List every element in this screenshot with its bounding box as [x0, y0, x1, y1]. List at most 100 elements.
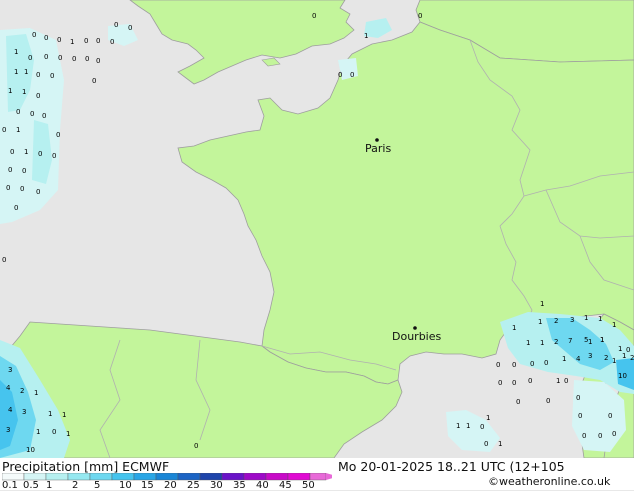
cell-value: 7: [568, 337, 572, 345]
cell-value: 1: [14, 48, 18, 56]
cell-value: 1: [36, 428, 40, 436]
cell-value: 1: [540, 339, 544, 347]
cell-value: 1: [364, 32, 368, 40]
cell-value: 0: [578, 412, 582, 420]
cell-value: 0: [36, 92, 40, 100]
cell-value: 0: [14, 204, 18, 212]
legend-tick-label: 30: [210, 480, 223, 491]
cell-value: 2: [630, 354, 634, 362]
city-label-paris: Paris: [365, 142, 391, 155]
cell-value: 1: [612, 321, 616, 329]
cell-value: 0: [58, 54, 62, 62]
cell-value: 0: [512, 379, 516, 387]
cell-value: 0: [498, 379, 502, 387]
legend-swatch: [265, 473, 289, 481]
map-title: Precipitation [mm] ECMWF: [2, 459, 170, 474]
cell-value: 1: [24, 68, 28, 76]
cell-value: 0: [38, 150, 42, 158]
legend-tick-label: 0.5: [23, 480, 39, 491]
cell-value: 1: [622, 352, 626, 360]
cell-value: 1: [526, 339, 530, 347]
cell-value: 0: [72, 55, 76, 63]
cell-value: 0: [626, 346, 630, 354]
legend-tick-label: 0.1: [2, 480, 18, 491]
cell-value: 2: [554, 317, 558, 325]
precipitation-map: 0 1 0 0 1 0 0 0 0 0 0 0 1 0 0 0 0 0 0 1 …: [0, 0, 634, 458]
cell-value: 0: [546, 397, 550, 405]
cell-value: 1: [598, 315, 602, 323]
legend-tick-label: 10: [119, 480, 132, 491]
legend-swatch: [23, 473, 47, 481]
legend-swatch: [199, 473, 223, 481]
legend-swatch: [133, 473, 157, 481]
cell-value: 1: [62, 411, 66, 419]
cell-value: 1: [600, 336, 604, 344]
cell-value: 3: [570, 316, 574, 324]
cell-value: 0: [576, 394, 580, 402]
cell-value: 1: [498, 440, 502, 448]
legend-swatch: [177, 473, 201, 481]
cell-value: 0: [8, 166, 12, 174]
cell-value: 2: [604, 354, 608, 362]
legend-swatch: [111, 473, 135, 481]
cell-value: 4: [8, 406, 13, 414]
legend-tick-label: 45: [279, 480, 292, 491]
cell-value: 0: [2, 126, 6, 134]
cell-value: 1: [16, 126, 20, 134]
cell-value: 0: [52, 428, 56, 436]
cell-value: 0: [92, 77, 96, 85]
cell-value: 0: [6, 184, 10, 192]
legend-swatch: [243, 473, 267, 481]
cell-value: 0: [96, 57, 100, 65]
map-datetime: Mo 20-01-2025 18..21 UTC (12+105: [338, 459, 565, 474]
cell-value: 0: [36, 188, 40, 196]
cell-value: 0: [52, 152, 56, 160]
cell-value: 0: [22, 167, 26, 175]
cell-value: 0: [42, 112, 46, 120]
cell-value: 0: [608, 412, 612, 420]
cell-value: 1: [486, 414, 490, 422]
cell-value: 1: [34, 389, 38, 397]
cell-value: 1: [14, 68, 18, 76]
legend-swatch: [45, 473, 69, 481]
cell-value: 3: [22, 408, 26, 416]
cell-value: 1: [22, 88, 26, 96]
cell-value: 0: [16, 108, 20, 116]
cell-value: 0: [50, 72, 54, 80]
cell-value: 0: [530, 360, 534, 368]
legend-swatch: [221, 473, 245, 481]
cell-value: 1: [456, 422, 460, 430]
legend-arrow: [326, 473, 332, 480]
cell-value: 1: [540, 300, 544, 308]
legend-tick-label: 50: [302, 480, 315, 491]
legend-tick-label: 5: [94, 480, 101, 491]
cell-value: 0: [44, 53, 48, 61]
cell-value: 3: [6, 426, 10, 434]
cell-value: 0: [528, 377, 532, 385]
cell-value: 1: [24, 148, 28, 156]
cell-value: 0: [194, 442, 198, 450]
cell-value: 1: [466, 422, 470, 430]
cell-value: 0: [96, 37, 100, 45]
legend-swatch: [309, 473, 327, 481]
cell-value: 1: [562, 355, 566, 363]
cell-value: 1: [588, 338, 592, 346]
legend-tick-label: 35: [233, 480, 246, 491]
cell-value: 1: [70, 38, 74, 46]
legend-tick-label: 2: [72, 480, 79, 491]
cell-value: 2: [554, 338, 558, 346]
cell-value: 0: [598, 432, 602, 440]
cell-value: 0: [496, 361, 500, 369]
cell-value: 1: [8, 87, 12, 95]
cell-value: 0: [612, 430, 616, 438]
cell-value: 0: [512, 361, 516, 369]
cell-value: 0: [480, 423, 484, 431]
cell-value: 2: [20, 387, 24, 395]
cell-value: 0: [20, 185, 24, 193]
cell-value: 0: [544, 359, 548, 367]
cell-value: 1: [512, 324, 516, 332]
cell-value: 0: [114, 21, 118, 29]
legend-tick-label: 40: [256, 480, 269, 491]
cell-value: 0: [484, 440, 488, 448]
cell-value: 0: [10, 148, 14, 156]
